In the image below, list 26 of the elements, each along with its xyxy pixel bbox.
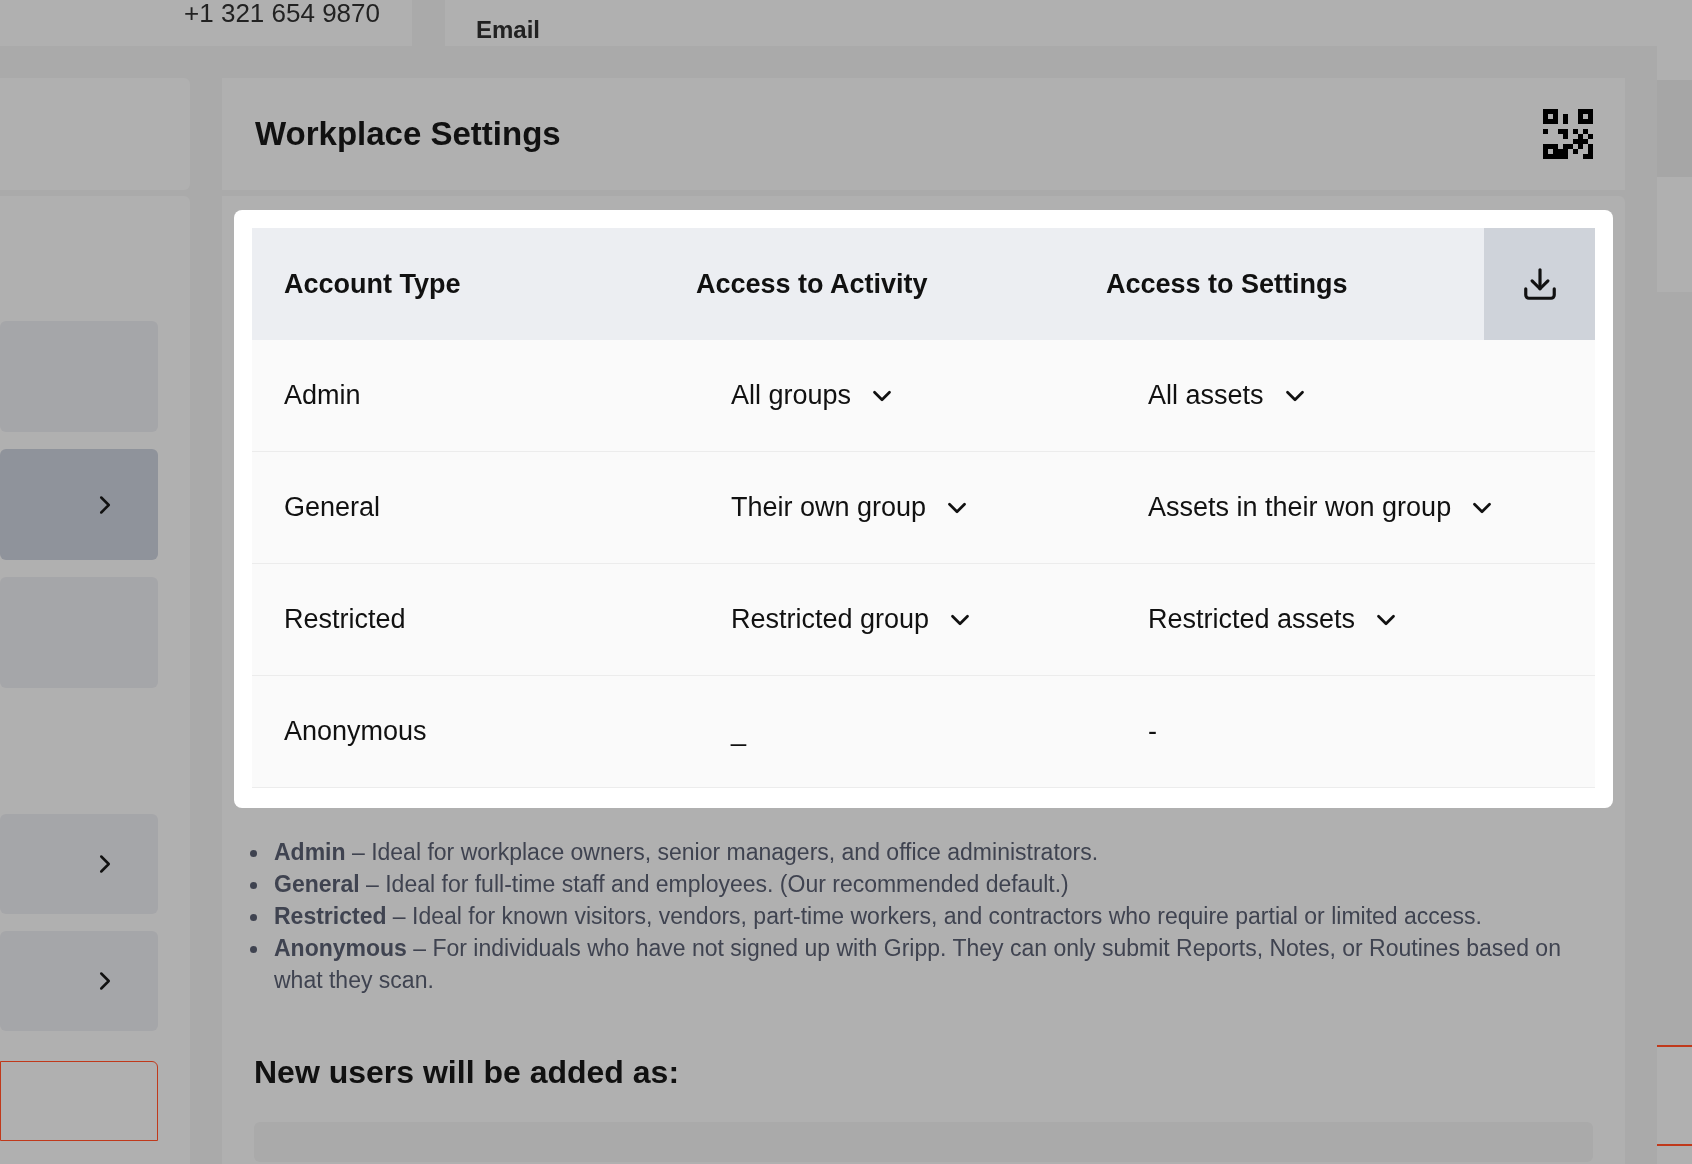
account-type-description: General – Ideal for full-time staff and employees. (Our recommended default.)	[274, 870, 1069, 899]
phone-number: +1 321 654 9870	[184, 0, 380, 30]
column-header: Access to Settings	[1105, 267, 1349, 301]
sidebar-item[interactable]	[0, 1061, 158, 1141]
section-heading: New users will be added as:	[253, 1053, 681, 1092]
table-cell-text: -	[1148, 715, 1157, 749]
column-header: Account Type	[283, 267, 462, 301]
access-dropdown[interactable]: Restricted assets	[1148, 604, 1402, 635]
access-dropdown[interactable]: Their own group	[731, 492, 973, 523]
panel-title: Workplace Settings	[255, 114, 561, 155]
download-button[interactable]	[1484, 228, 1595, 340]
table-cell-text: Anonymous	[284, 715, 427, 749]
account-type-description: Anonymous – For individuals who have not signed up with Gripp. They can only submit Reports, Notes, or Routines based on what they scan.	[274, 934, 1562, 995]
account-type-description: Restricted – Ideal for known visitors, vendors, part-time workers, and contractors who require partial or limited access.	[274, 902, 1482, 931]
table-cell-text: Restricted	[284, 603, 406, 637]
table-cell-text: General	[284, 491, 381, 525]
access-dropdown[interactable]: All groups	[731, 380, 898, 411]
table-cell-text: _	[731, 715, 747, 749]
email-label: Email	[476, 16, 542, 44]
account-type-description: Admin – Ideal for workplace owners, senior managers, and office administrators.	[274, 838, 1099, 867]
table-cell-text: Admin	[284, 379, 361, 413]
access-dropdown[interactable]: Assets in their won group	[1148, 492, 1498, 523]
column-header: Access to Activity	[695, 267, 929, 301]
qr-code-icon[interactable]	[1543, 109, 1593, 159]
access-dropdown[interactable]: All assets	[1148, 380, 1310, 411]
access-dropdown[interactable]: Restricted group	[731, 604, 976, 635]
